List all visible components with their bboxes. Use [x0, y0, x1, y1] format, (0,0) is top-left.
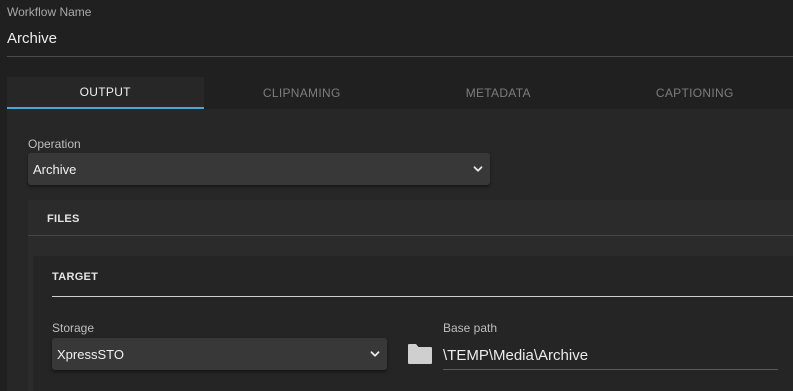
- files-section-title: FILES: [47, 213, 80, 225]
- storage-selected-value: XpressSTO: [57, 346, 124, 362]
- tab-captioning[interactable]: CAPTIONING: [597, 77, 793, 109]
- tab-bar: OUTPUT CLIPNAMING METADATA CAPTIONING: [7, 77, 793, 109]
- storage-label: Storage: [52, 321, 95, 335]
- operation-select[interactable]: Archive: [28, 153, 490, 185]
- base-path-input[interactable]: [443, 342, 778, 370]
- target-section: [33, 256, 793, 391]
- workflow-editor: Workflow Name Archive OUTPUT CLIPNAMING …: [0, 0, 793, 391]
- chevron-down-icon: [369, 348, 381, 360]
- workflow-name-label: Workflow Name: [7, 5, 92, 19]
- files-divider: [28, 235, 793, 236]
- operation-label: Operation: [28, 137, 81, 151]
- tab-metadata[interactable]: METADATA: [400, 77, 597, 109]
- chevron-down-icon: [472, 163, 484, 175]
- target-divider: [52, 296, 793, 297]
- base-path-label: Base path: [443, 321, 498, 335]
- workflow-name-underline: [7, 56, 793, 57]
- tab-output[interactable]: OUTPUT: [7, 77, 204, 109]
- operation-selected-value: Archive: [33, 161, 77, 177]
- tab-clipnaming[interactable]: CLIPNAMING: [204, 77, 401, 109]
- workflow-name-value[interactable]: Archive: [7, 30, 57, 47]
- folder-icon[interactable]: [406, 342, 434, 366]
- target-section-title: TARGET: [52, 271, 99, 283]
- storage-select[interactable]: XpressSTO: [52, 338, 387, 370]
